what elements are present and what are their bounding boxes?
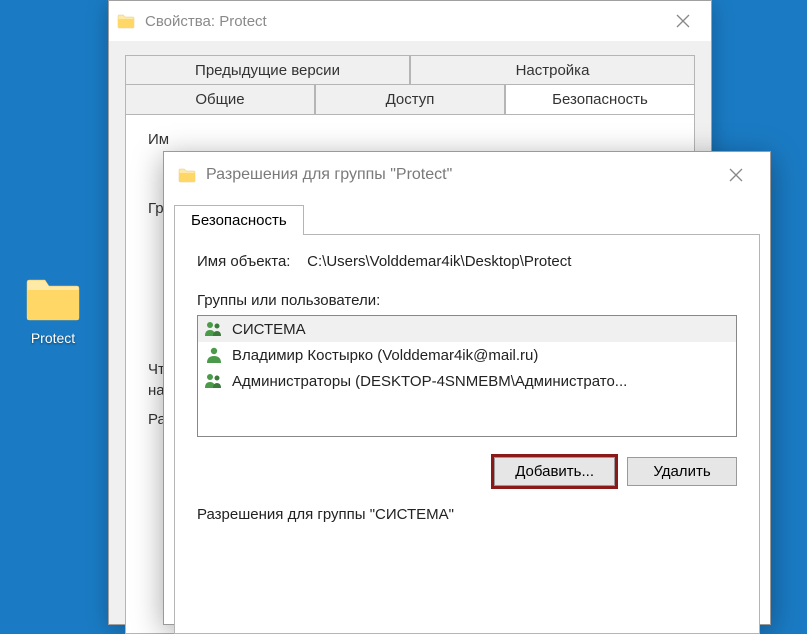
close-icon [729,168,743,182]
object-name-line: Имя объекта: C:\Users\Volddemar4ik\Deskt… [197,253,737,270]
permissions-tab-content: Имя объекта: C:\Users\Volddemar4ik\Deskt… [174,234,760,634]
tab-access[interactable]: Доступ [315,84,505,114]
tab-security[interactable]: Безопасность [505,84,695,114]
list-item-administrators[interactable]: Администраторы (DESKTOP-4SNMEBM\Админист… [198,368,736,394]
remove-button[interactable]: Удалить [627,457,737,486]
desktop-folder-protect[interactable]: Protect [18,276,88,346]
groups-users-label: Группы или пользователи: [197,292,737,309]
permissions-dialog: Разрешения для группы "Protect" Безопасн… [163,151,771,625]
desktop-folder-label: Protect [18,330,88,346]
permissions-title: Разрешения для группы "Protect" [206,166,716,184]
tab-previous-versions[interactable]: Предыдущие версии [125,55,410,85]
permissions-titlebar[interactable]: Разрешения для группы "Protect" [164,152,770,198]
list-item-user[interactable]: Владимир Костырко (Volddemar4ik@mail.ru) [198,342,736,368]
object-name-partial: Им [148,131,672,148]
list-item-label: Владимир Костырко (Volddemar4ik@mail.ru) [232,347,538,364]
list-item-label: СИСТЕМА [232,321,306,338]
object-path: C:\Users\Volddemar4ik\Desktop\Protect [307,253,571,270]
object-name-label: Имя объекта: [197,253,290,270]
properties-title: Свойства: Protect [145,13,663,30]
folder-icon [178,167,196,183]
users-listbox[interactable]: СИСТЕМА Владимир Костырко (Volddemar4ik@… [197,315,737,437]
folder-icon [117,13,135,29]
close-button[interactable] [716,159,756,191]
tab-general[interactable]: Общие [125,84,315,114]
permissions-for-label: Разрешения для группы "СИСТЕМА" [197,506,737,523]
folder-icon [25,276,81,322]
add-button[interactable]: Добавить... [494,457,615,486]
tab-settings[interactable]: Настройка [410,55,695,85]
close-icon [676,14,690,28]
user-icon [204,346,224,364]
list-item-system[interactable]: СИСТЕМА [198,316,736,342]
group-icon [204,372,224,390]
list-item-label: Администраторы (DESKTOP-4SNMEBM\Админист… [232,373,627,390]
group-icon [204,320,224,338]
tab-security[interactable]: Безопасность [174,205,304,235]
close-button[interactable] [663,5,703,37]
properties-titlebar[interactable]: Свойства: Protect [109,1,711,41]
